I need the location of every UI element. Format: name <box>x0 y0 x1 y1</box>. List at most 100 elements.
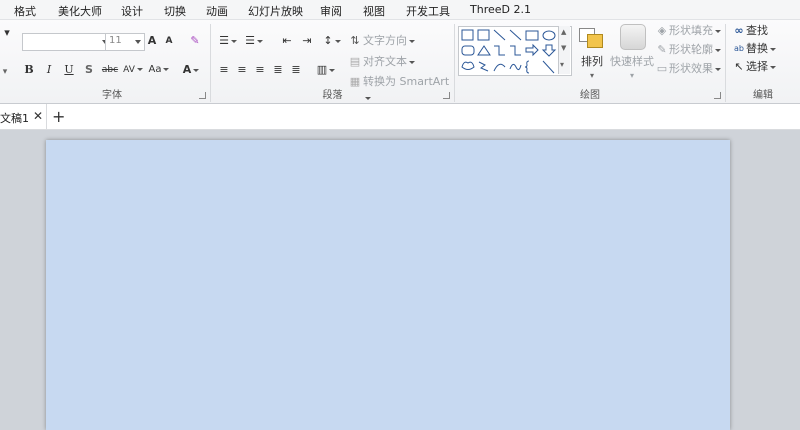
editing-group: ∞ 查找 ab 替换 ↖ 选择 编辑 <box>726 20 800 103</box>
menu-animations[interactable]: 动画 <box>206 3 228 19</box>
quick-styles-icon[interactable] <box>620 24 646 50</box>
arc-shape-icon <box>493 63 506 72</box>
arrange-icon[interactable] <box>577 26 607 52</box>
menu-developer[interactable]: 开发工具 <box>406 3 450 19</box>
scribble-shape-icon <box>478 61 489 72</box>
arrow-line-shape-icon <box>509 29 522 41</box>
replace-button[interactable]: 替换 <box>746 41 786 57</box>
right-arrow-shape-icon <box>525 43 539 57</box>
editing-group-label: 编辑 <box>753 90 773 101</box>
numbering-icon[interactable]: ☰ <box>243 33 265 49</box>
underline-button[interactable]: U <box>62 62 76 78</box>
font-size-combo[interactable]: 11 <box>105 33 145 51</box>
menu-view[interactable]: 视图 <box>363 3 385 19</box>
curve-shape-icon <box>509 63 522 71</box>
clear-formatting-icon[interactable]: ✎ <box>186 33 204 49</box>
triangle-shape-icon <box>477 45 491 56</box>
font-color-button[interactable]: A <box>180 62 202 78</box>
menu-bar: 格式 美化大师 设计 切换 动画 幻灯片放映 审阅 视图 开发工具 ThreeD… <box>0 0 800 20</box>
quick-styles-dropdown-icon[interactable]: ▾ <box>625 68 639 84</box>
shapes-gallery[interactable] <box>458 26 572 76</box>
columns-icon[interactable]: ▥ <box>315 62 337 78</box>
font-group: 11 A A ✎ B I U S abc AV Aa A 字体 <box>14 20 210 103</box>
freeform-shape-icon <box>461 61 475 70</box>
gallery-scroll[interactable]: ▲ ▼ ▾ <box>558 26 570 74</box>
oval-shape-icon <box>542 30 556 41</box>
decrease-indent-icon[interactable]: ⇤ <box>279 33 295 49</box>
replace-icon[interactable]: ab <box>732 41 746 57</box>
effects-icon[interactable]: ▭ <box>655 61 669 77</box>
clipboard-partial-icon[interactable]: ▾ <box>0 25 14 41</box>
paint-bucket-icon[interactable]: ◈ <box>655 23 669 39</box>
bold-button[interactable]: B <box>22 62 36 78</box>
pen-outline-icon[interactable]: ✎ <box>655 42 669 58</box>
paragraph-group: ☰ ☰ ⇤ ⇥ ↕ ⇅ 文字方向 ▤ 对齐文本 ≡ ≡ ≡ ≣ ≣ ▥ ▦ 转换… <box>211 20 454 103</box>
menu-review[interactable]: 审阅 <box>320 3 342 19</box>
menu-transitions[interactable]: 切换 <box>164 3 186 19</box>
ribbon: ▾ ▾ 11 A A ✎ B I U S abc AV Aa A 字体 ☰ ☰ … <box>0 20 800 104</box>
paragraph-group-label: 段落 <box>322 90 343 101</box>
vertical-textbox-shape-icon <box>477 29 490 41</box>
change-case-button[interactable]: Aa <box>148 62 170 78</box>
character-spacing-button[interactable]: AV <box>122 62 144 78</box>
drawing-dialog-launcher-icon[interactable] <box>714 92 721 99</box>
clipboard-partial-arrow[interactable]: ▾ <box>0 64 10 80</box>
shape-outline-button[interactable]: 形状轮廓 <box>669 42 725 58</box>
slide-page[interactable] <box>46 140 730 430</box>
cursor-select-icon[interactable]: ↖ <box>732 59 746 75</box>
strikethrough-button[interactable]: abc <box>100 62 120 78</box>
slide-canvas <box>0 130 800 430</box>
find-button[interactable]: 查找 <box>746 23 786 39</box>
drawing-group: ▲ ▼ ▾ 排列 ▾ 快速样式 ▾ ◈ 形状填充 ✎ 形状轮廓 ▭ 形状效果 绘… <box>455 20 725 103</box>
close-icon[interactable]: ✕ <box>33 109 43 123</box>
align-left-icon[interactable]: ≡ <box>217 62 231 78</box>
bullets-icon[interactable]: ☰ <box>217 33 239 49</box>
justify-icon[interactable]: ≣ <box>271 62 285 78</box>
chevron-up-icon[interactable]: ▲ <box>561 28 566 36</box>
shrink-font-button[interactable]: A <box>162 33 176 49</box>
increase-indent-icon[interactable]: ⇥ <box>299 33 315 49</box>
line-spacing-icon[interactable]: ↕ <box>321 33 343 49</box>
diagonal-line-shape-icon <box>542 60 555 74</box>
document-tab-bar: 文稿1 ✕ + <box>0 104 800 130</box>
text-direction-icon[interactable]: ⇅ <box>349 33 361 49</box>
menu-format[interactable]: 格式 <box>14 3 36 19</box>
align-center-icon[interactable]: ≡ <box>235 62 249 78</box>
align-right-icon[interactable]: ≡ <box>253 62 267 78</box>
text-shadow-button[interactable]: S <box>82 62 96 78</box>
binoculars-icon[interactable]: ∞ <box>732 23 746 39</box>
text-direction-button[interactable]: 文字方向 <box>363 33 423 49</box>
gallery-more-icon[interactable]: ▾ <box>560 60 564 69</box>
down-arrow-shape-icon <box>541 44 557 57</box>
distributed-icon[interactable]: ≣ <box>289 62 303 78</box>
italic-button[interactable]: I <box>42 62 56 78</box>
rounded-rect-shape-icon <box>461 45 475 56</box>
elbow-arrow-icon <box>510 45 521 56</box>
shape-fill-button[interactable]: 形状填充 <box>669 23 725 39</box>
menu-beautify-master[interactable]: 美化大师 <box>58 3 102 19</box>
menu-slideshow[interactable]: 幻灯片放映 <box>248 3 303 19</box>
menu-threed[interactable]: ThreeD 2.1 <box>470 3 531 16</box>
grow-font-button[interactable]: A <box>144 33 160 49</box>
align-text-icon[interactable]: ▤ <box>349 54 361 70</box>
new-tab-button[interactable]: + <box>52 107 65 126</box>
document-tab[interactable]: 文稿1 ✕ <box>0 104 47 129</box>
shape-effects-button[interactable]: 形状效果 <box>669 61 725 77</box>
font-group-label: 字体 <box>102 90 122 101</box>
chevron-down-icon[interactable]: ▼ <box>561 44 566 52</box>
textbox-shape-icon <box>461 29 474 41</box>
select-button[interactable]: 选择 <box>746 59 786 75</box>
brace-shape-icon <box>524 60 530 74</box>
shapes-gallery-icons <box>461 29 557 74</box>
font-dialog-launcher-icon[interactable] <box>199 92 206 99</box>
rectangle-shape-icon <box>525 30 539 41</box>
document-tab-name: 文稿1 <box>0 112 29 125</box>
drawing-group-label: 绘图 <box>580 90 600 101</box>
arrange-dropdown-icon[interactable]: ▾ <box>585 68 599 84</box>
line-shape-icon <box>493 29 506 41</box>
paragraph-dialog-launcher-icon[interactable] <box>443 92 450 99</box>
font-name-combo[interactable] <box>22 33 112 51</box>
menu-design[interactable]: 设计 <box>121 3 143 19</box>
elbow-connector-icon <box>494 45 505 56</box>
align-text-button[interactable]: 对齐文本 <box>363 54 423 70</box>
